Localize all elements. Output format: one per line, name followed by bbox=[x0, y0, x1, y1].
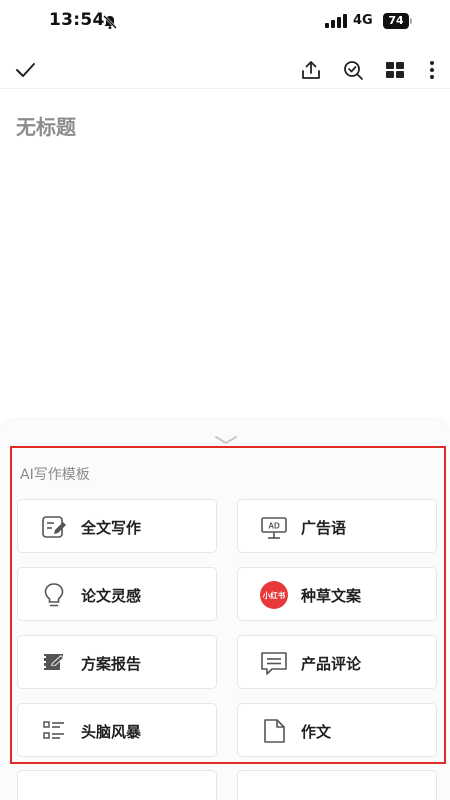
template-label: 论文灵感 bbox=[81, 587, 142, 605]
template-label: 头脑风暴 bbox=[81, 723, 142, 741]
share-button[interactable] bbox=[298, 57, 324, 83]
template-label: 作文 bbox=[301, 723, 332, 741]
edit-document-icon bbox=[39, 512, 69, 542]
toolbar-divider bbox=[0, 88, 450, 89]
comment-icon bbox=[259, 648, 289, 678]
template-card-partial[interactable] bbox=[17, 770, 217, 800]
signal-bars-icon bbox=[325, 14, 347, 28]
document-title-input[interactable]: 无标题 bbox=[16, 111, 76, 140]
checkmark-icon bbox=[16, 63, 35, 77]
editor-toolbar bbox=[0, 52, 450, 88]
template-essay[interactable]: 作文 bbox=[237, 703, 437, 757]
panel-title: AI写作模板 bbox=[20, 467, 90, 483]
svg-text:AD: AD bbox=[268, 522, 280, 531]
template-label: 广告语 bbox=[301, 519, 347, 537]
template-label: 方案报告 bbox=[81, 655, 142, 673]
xiaohongshu-logo-icon: 小红书 bbox=[259, 580, 289, 610]
grid-layout-icon bbox=[386, 62, 404, 78]
more-button[interactable] bbox=[422, 57, 442, 83]
more-vertical-icon bbox=[430, 61, 434, 79]
battery-tip bbox=[410, 18, 412, 24]
template-label: 产品评论 bbox=[301, 655, 362, 673]
template-plan-report[interactable]: 方案报告 bbox=[17, 635, 217, 689]
brainstorm-list-icon bbox=[39, 716, 69, 746]
review-button[interactable] bbox=[340, 57, 366, 83]
page-icon bbox=[259, 716, 289, 746]
layout-button[interactable] bbox=[382, 57, 408, 83]
status-time: 13:54 bbox=[49, 10, 105, 30]
template-label: 全文写作 bbox=[81, 519, 142, 537]
template-card-partial[interactable] bbox=[237, 770, 437, 800]
battery-indicator: 74 bbox=[383, 13, 409, 29]
report-icon bbox=[39, 648, 69, 678]
share-upload-icon bbox=[302, 61, 320, 79]
done-button[interactable] bbox=[12, 57, 38, 83]
search-check-icon bbox=[344, 61, 363, 80]
template-brainstorm[interactable]: 头脑风暴 bbox=[17, 703, 217, 757]
ad-board-icon: AD bbox=[259, 512, 289, 542]
badge-text: 小红书 bbox=[263, 590, 286, 600]
bell-muted-icon bbox=[103, 15, 117, 29]
status-bar: 13:54 4G 74 bbox=[0, 0, 450, 44]
chevron-down-icon[interactable] bbox=[213, 434, 239, 446]
network-type: 4G bbox=[353, 13, 373, 28]
template-label: 种草文案 bbox=[301, 587, 362, 605]
template-paper-inspiration[interactable]: 论文灵感 bbox=[17, 567, 217, 621]
template-slogan[interactable]: AD 广告语 bbox=[237, 499, 437, 553]
template-product-review[interactable]: 产品评论 bbox=[237, 635, 437, 689]
template-recommend-copy[interactable]: 小红书 种草文案 bbox=[237, 567, 437, 621]
lightbulb-icon bbox=[39, 580, 69, 610]
template-full-writing[interactable]: 全文写作 bbox=[17, 499, 217, 553]
